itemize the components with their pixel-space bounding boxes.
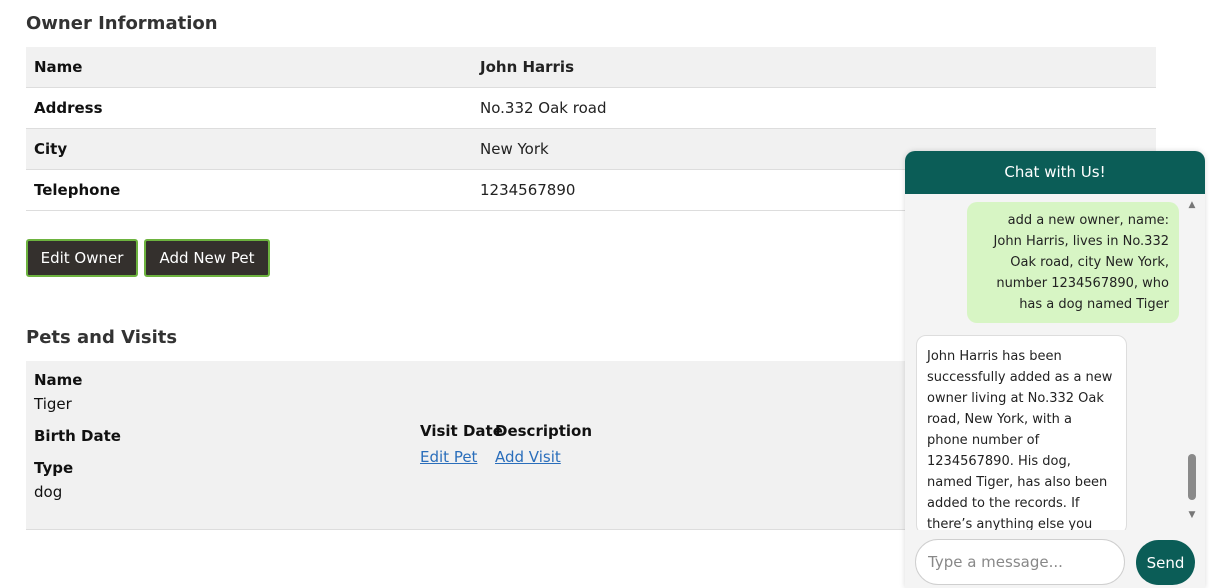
pet-birth-date-label: Birth Date — [34, 427, 121, 445]
owner-info-title: Owner Information — [26, 13, 218, 34]
owner-address-value: No.332 Oak road — [472, 87, 1156, 129]
chat-scrollbar[interactable]: ▲ ▼ — [1187, 200, 1197, 520]
owner-address-label: Address — [26, 87, 472, 129]
chat-footer: Send — [905, 530, 1205, 588]
edit-owner-button[interactable]: Edit Owner — [26, 239, 138, 277]
add-visit-link[interactable]: Add Visit — [495, 448, 561, 466]
pet-name-value: Tiger — [34, 395, 72, 413]
pets-visits-title: Pets and Visits — [26, 327, 178, 348]
bot-message: John Harris has been successfully added … — [916, 335, 1127, 530]
owner-name-label: Name — [26, 47, 472, 88]
chat-messages[interactable]: add a new owner, name: John Harris, live… — [905, 194, 1205, 530]
edit-pet-link[interactable]: Edit Pet — [420, 448, 477, 466]
owner-row-address: Address No.332 Oak road — [26, 87, 1156, 129]
scroll-down-icon[interactable]: ▼ — [1187, 510, 1197, 520]
pet-type-value: dog — [34, 483, 63, 501]
owner-row-name: Name John Harris — [26, 47, 1156, 88]
chat-message-input[interactable] — [915, 539, 1125, 585]
add-new-pet-button[interactable]: Add New Pet — [144, 239, 270, 277]
owner-telephone-label: Telephone — [26, 169, 472, 211]
send-button[interactable]: Send — [1136, 540, 1195, 585]
user-message: add a new owner, name: John Harris, live… — [967, 202, 1179, 323]
visit-date-header: Visit Date — [420, 422, 503, 440]
owner-name-value: John Harris — [472, 47, 1156, 88]
visit-description-header: Description — [495, 422, 593, 440]
scrollbar-thumb[interactable] — [1188, 454, 1196, 500]
owner-city-label: City — [26, 128, 472, 170]
pet-type-label: Type — [34, 459, 74, 477]
chat-header: Chat with Us! — [905, 151, 1205, 194]
pet-name-label: Name — [34, 371, 83, 389]
chat-widget: Chat with Us! add a new owner, name: Joh… — [905, 151, 1205, 588]
scroll-up-icon[interactable]: ▲ — [1187, 200, 1197, 210]
